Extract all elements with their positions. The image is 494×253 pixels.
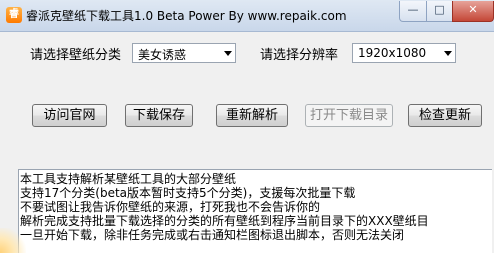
- resolution-select-value: 1920x1080: [358, 46, 427, 60]
- chevron-down-icon: [224, 51, 232, 56]
- resolution-select[interactable]: 1920x1080: [352, 43, 456, 63]
- category-label: 请选择壁纸分类: [30, 48, 122, 63]
- log-line: 一旦开始下载，除非任务完成或右击通知栏图标退出脚本，否则无法关闭: [20, 228, 405, 242]
- download-save-button[interactable]: 下载保存: [125, 104, 193, 127]
- close-button[interactable]: ✕: [452, 1, 494, 22]
- log-textarea[interactable]: 本工具支持解析某壁纸工具的大部分壁纸 支持17个分类(beta版本暂时支持5个分…: [18, 169, 492, 253]
- reparse-button[interactable]: 重新解析: [216, 104, 288, 127]
- corner-glow-decoration: [0, 228, 26, 253]
- title-bar[interactable]: 睿 睿派克壁纸下载工具1.0 Beta Power By www.repaik.…: [0, 0, 494, 32]
- visit-site-button[interactable]: 访问官网: [32, 104, 107, 127]
- open-download-dir-button[interactable]: 打开下载目录: [305, 104, 393, 127]
- chevron-down-icon: [444, 51, 452, 56]
- category-select[interactable]: 美女诱惑: [132, 43, 236, 63]
- log-line: 不要试图让我告诉你壁纸的来源，打死我也不会告诉你的: [20, 200, 321, 214]
- check-update-button[interactable]: 检查更新: [408, 104, 482, 127]
- resolution-label: 请选择分辨率: [260, 48, 339, 63]
- window-title: 睿派克壁纸下载工具1.0 Beta Power By www.repaik.co…: [26, 9, 347, 23]
- maximize-button[interactable]: □: [426, 1, 453, 22]
- log-line: 解析完成支持批量下载选择的分类的所有壁纸到程序当前目录下的XXX壁纸目: [20, 214, 429, 228]
- app-icon: 睿: [6, 7, 22, 23]
- log-line: 支持17个分类(beta版本暂时支持5个分类)，支援每次批量下载: [20, 186, 356, 200]
- minimize-button[interactable]: —: [399, 1, 427, 22]
- category-select-value: 美女诱惑: [138, 48, 187, 62]
- log-line: 本工具支持解析某壁纸工具的大部分壁纸: [20, 172, 237, 186]
